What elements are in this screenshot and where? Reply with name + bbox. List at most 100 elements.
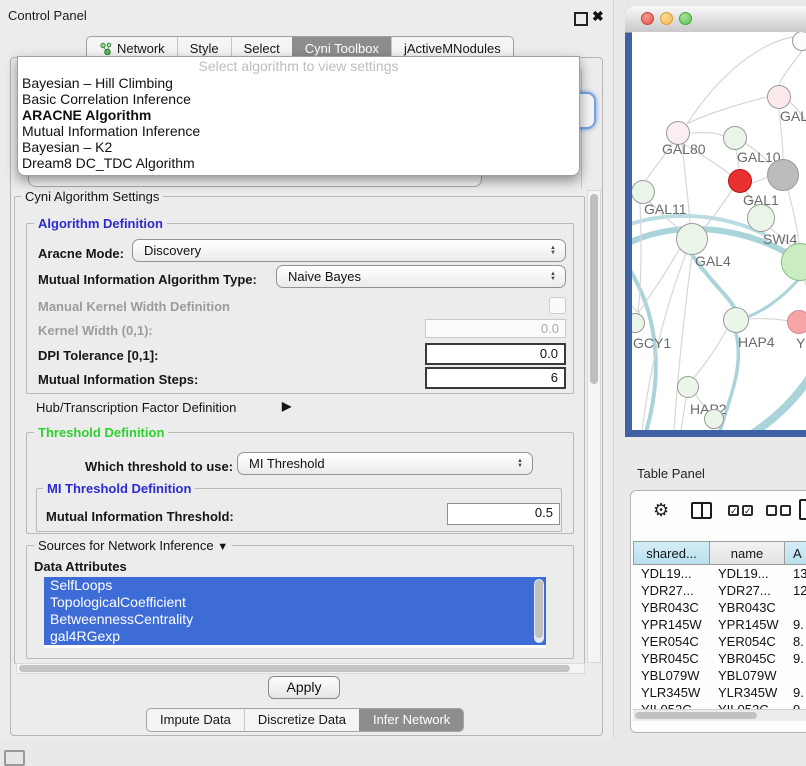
column-header-shared-name[interactable]: shared... xyxy=(633,541,710,565)
table-row[interactable]: YIL052CYIL052C9 xyxy=(633,701,806,709)
table-cell: YIL052C xyxy=(633,701,710,709)
table-row[interactable]: YBR045CYBR045C9. xyxy=(633,650,806,667)
minimize-traffic-light-icon[interactable] xyxy=(660,12,673,25)
tab-style-label: Style xyxy=(190,41,219,56)
table-horizontal-scrollbar[interactable] xyxy=(633,709,806,721)
list-item[interactable]: TopologicalCoefficient xyxy=(44,594,546,611)
column-header-clipped[interactable]: A xyxy=(785,541,806,565)
tab-impute-data[interactable]: Impute Data xyxy=(147,709,244,731)
table-body: YDL19...YDL19...13 YDR27...YDR27...12 YB… xyxy=(633,565,806,709)
data-attributes-list[interactable]: SelfLoops TopologicalCoefficient Between… xyxy=(44,577,546,648)
dpi-tolerance-label: DPI Tolerance [0,1]: xyxy=(38,348,158,363)
table-header: shared... name A xyxy=(633,541,806,565)
which-threshold-combo[interactable]: MI Threshold ▲▼ xyxy=(237,452,533,475)
table-cell: YBR045C xyxy=(710,650,785,667)
node-label: GAL xyxy=(780,108,806,124)
list-item[interactable]: gal4RGexp xyxy=(44,628,546,645)
close-icon[interactable]: ✖ xyxy=(592,8,604,25)
stepper-icon: ▲▼ xyxy=(550,246,556,256)
window-titlebar[interactable] xyxy=(625,6,806,33)
threshold-definition-title: Threshold Definition xyxy=(34,425,168,440)
table-row[interactable]: YDR27...YDR27...12 xyxy=(633,582,806,599)
table-row[interactable]: YBR043CYBR043C xyxy=(633,599,806,616)
table-row[interactable]: YLR345WYLR345W9. xyxy=(633,684,806,701)
table-row[interactable]: YER054CYER054C8. xyxy=(633,633,806,650)
list-scrollbar[interactable] xyxy=(534,579,544,643)
network-node-hap2[interactable] xyxy=(677,376,699,398)
aracne-mode-combo[interactable]: Discovery ▲▼ xyxy=(132,239,566,262)
control-panel: Control Panel ✖ Network Style Select Cyn… xyxy=(0,0,614,738)
mi-algorithm-type-combo[interactable]: Naive Bayes ▲▼ xyxy=(276,265,566,288)
tab-discretize-data[interactable]: Discretize Data xyxy=(244,709,359,731)
collapsed-panel-icon[interactable] xyxy=(4,750,25,766)
network-node-gray[interactable] xyxy=(767,159,799,191)
list-item[interactable]: BetweennessCentrality xyxy=(44,611,546,628)
settings-horizontal-scrollbar[interactable] xyxy=(16,663,585,674)
table-row[interactable]: YDL19...YDL19...13 xyxy=(633,565,806,582)
table-cell: 9. xyxy=(785,650,806,667)
dropdown-item[interactable]: Basic Correlation Inference xyxy=(18,91,579,107)
dropdown-item[interactable]: Bayesian – Hill Climbing xyxy=(18,75,579,91)
settings-group-title: Cyni Algorithm Settings xyxy=(21,189,163,204)
collapse-arrow-icon[interactable]: ▼ xyxy=(217,541,228,553)
column-header-name[interactable]: name xyxy=(710,541,785,565)
table-cell: YBL079W xyxy=(633,667,710,684)
tab-infer-network[interactable]: Infer Network xyxy=(359,709,463,731)
new-column-icon[interactable] xyxy=(799,499,806,520)
unchecked-box-icon[interactable] xyxy=(766,505,777,516)
settings-vertical-scrollbar[interactable] xyxy=(587,190,601,663)
network-node[interactable] xyxy=(704,409,724,429)
close-traffic-light-icon[interactable] xyxy=(641,12,654,25)
checked-box-icon[interactable]: ✓ xyxy=(728,505,739,516)
expand-arrow-icon[interactable]: ▶ xyxy=(282,399,291,413)
node-label: GAL80 xyxy=(662,141,706,157)
mi-threshold-label: Mutual Information Threshold: xyxy=(46,509,234,524)
table-cell xyxy=(785,599,806,616)
network-node-gal10[interactable] xyxy=(723,126,747,150)
network-node-salmon[interactable] xyxy=(787,310,806,334)
network-node-gal4[interactable] xyxy=(676,223,708,255)
table-row[interactable]: YPR145WYPR145W9. xyxy=(633,616,806,633)
manual-kernel-checkbox[interactable] xyxy=(549,297,566,314)
dropdown-item-selected[interactable]: ARACNE Algorithm xyxy=(18,107,579,123)
algorithm-select-dropdown: Select algorithm to view settings Bayesi… xyxy=(17,56,580,176)
scrollbar-thumb[interactable] xyxy=(535,580,543,638)
network-node-gal-clipped[interactable] xyxy=(767,85,791,109)
table-cell: YER054C xyxy=(710,633,785,650)
mi-threshold-field[interactable]: 0.5 xyxy=(447,503,560,525)
network-canvas[interactable]: GAL GAL80 GAL10 GAL1 GAL11 SWI4 GAL4 GCY… xyxy=(632,32,806,430)
unchecked-box-icon[interactable] xyxy=(780,505,791,516)
split-columns-icon[interactable] xyxy=(691,502,712,519)
table-cell: YBR043C xyxy=(710,599,785,616)
tab-network-label: Network xyxy=(117,41,165,56)
dropdown-item[interactable]: Bayesian – K2 xyxy=(18,139,579,155)
table-cell: YER054C xyxy=(633,633,710,650)
table-cell: 9 xyxy=(785,701,806,709)
table-cell: 12 xyxy=(785,582,806,599)
mi-steps-field[interactable]: 6 xyxy=(425,367,566,389)
dpi-tolerance-field[interactable]: 0.0 xyxy=(425,343,566,365)
network-node[interactable] xyxy=(792,32,806,51)
network-node-gal1[interactable] xyxy=(728,169,752,193)
kernel-width-label: Kernel Width (0,1): xyxy=(38,323,153,338)
kernel-width-field[interactable]: 0.0 xyxy=(425,319,566,338)
network-node-swi4[interactable] xyxy=(747,204,775,232)
data-attributes-label: Data Attributes xyxy=(34,559,127,574)
apply-button[interactable]: Apply xyxy=(268,676,340,699)
network-node-hap4[interactable] xyxy=(723,307,749,333)
node-label: GAL11 xyxy=(644,201,687,217)
float-window-icon[interactable] xyxy=(574,12,588,26)
dropdown-item[interactable]: Dream8 DC_TDC Algorithm xyxy=(18,155,579,171)
scrollbar-thumb[interactable] xyxy=(635,712,757,719)
stepper-icon: ▲▼ xyxy=(550,272,556,282)
dropdown-item[interactable]: Mutual Information Inference xyxy=(18,123,579,139)
table-cell: YBR043C xyxy=(633,599,710,616)
checked-box-icon[interactable]: ✓ xyxy=(742,505,753,516)
scrollbar-thumb[interactable] xyxy=(590,194,598,384)
zoom-traffic-light-icon[interactable] xyxy=(679,12,692,25)
scrollbar-thumb[interactable] xyxy=(19,665,570,672)
gear-icon[interactable]: ⚙ xyxy=(653,500,669,521)
list-item[interactable]: SelfLoops xyxy=(44,577,546,594)
table-row[interactable]: YBL079WYBL079W xyxy=(633,667,806,684)
network-view-window: GAL GAL80 GAL10 GAL1 GAL11 SWI4 GAL4 GCY… xyxy=(625,6,806,437)
